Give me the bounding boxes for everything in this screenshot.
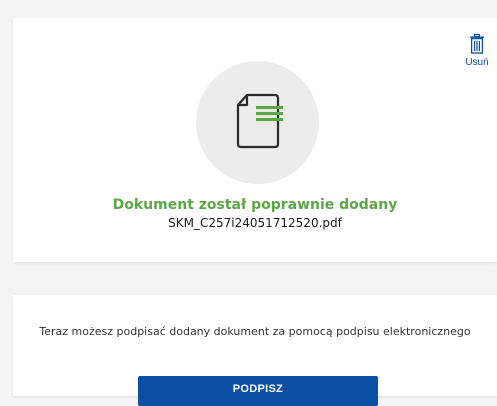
upload-success-title: Dokument został poprawnie dodany: [112, 197, 398, 213]
upload-result-card: Usuń Dokument został poprawnie dodany SK…: [13, 18, 497, 262]
sign-button[interactable]: PODPISZ: [138, 376, 378, 406]
trash-icon: [469, 34, 485, 54]
delete-label: Usuń: [465, 57, 489, 68]
document-icon: [233, 91, 283, 155]
uploaded-file-name: SKM_C257i24051712520.pdf: [168, 216, 342, 230]
delete-button[interactable]: Usuń: [459, 34, 495, 82]
sign-instruction-text: Teraz możesz podpisać dodany dokument za…: [39, 325, 471, 338]
sign-card: Teraz możesz podpisać dodany dokument za…: [13, 295, 497, 406]
document-icon-circle: [196, 61, 319, 184]
